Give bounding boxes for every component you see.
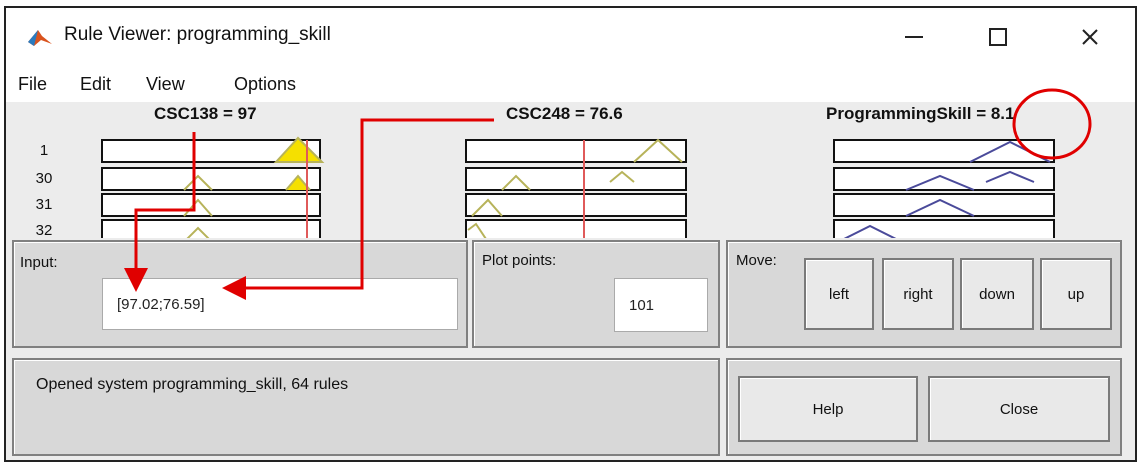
annotation-arrow	[124, 132, 196, 292]
rule-viewer-window: Rule Viewer: programming_skill File Edit…	[4, 6, 1137, 462]
annotation-arrow	[222, 118, 494, 300]
annotation-overlay	[124, 88, 1092, 300]
annotation-circle	[1012, 88, 1092, 160]
